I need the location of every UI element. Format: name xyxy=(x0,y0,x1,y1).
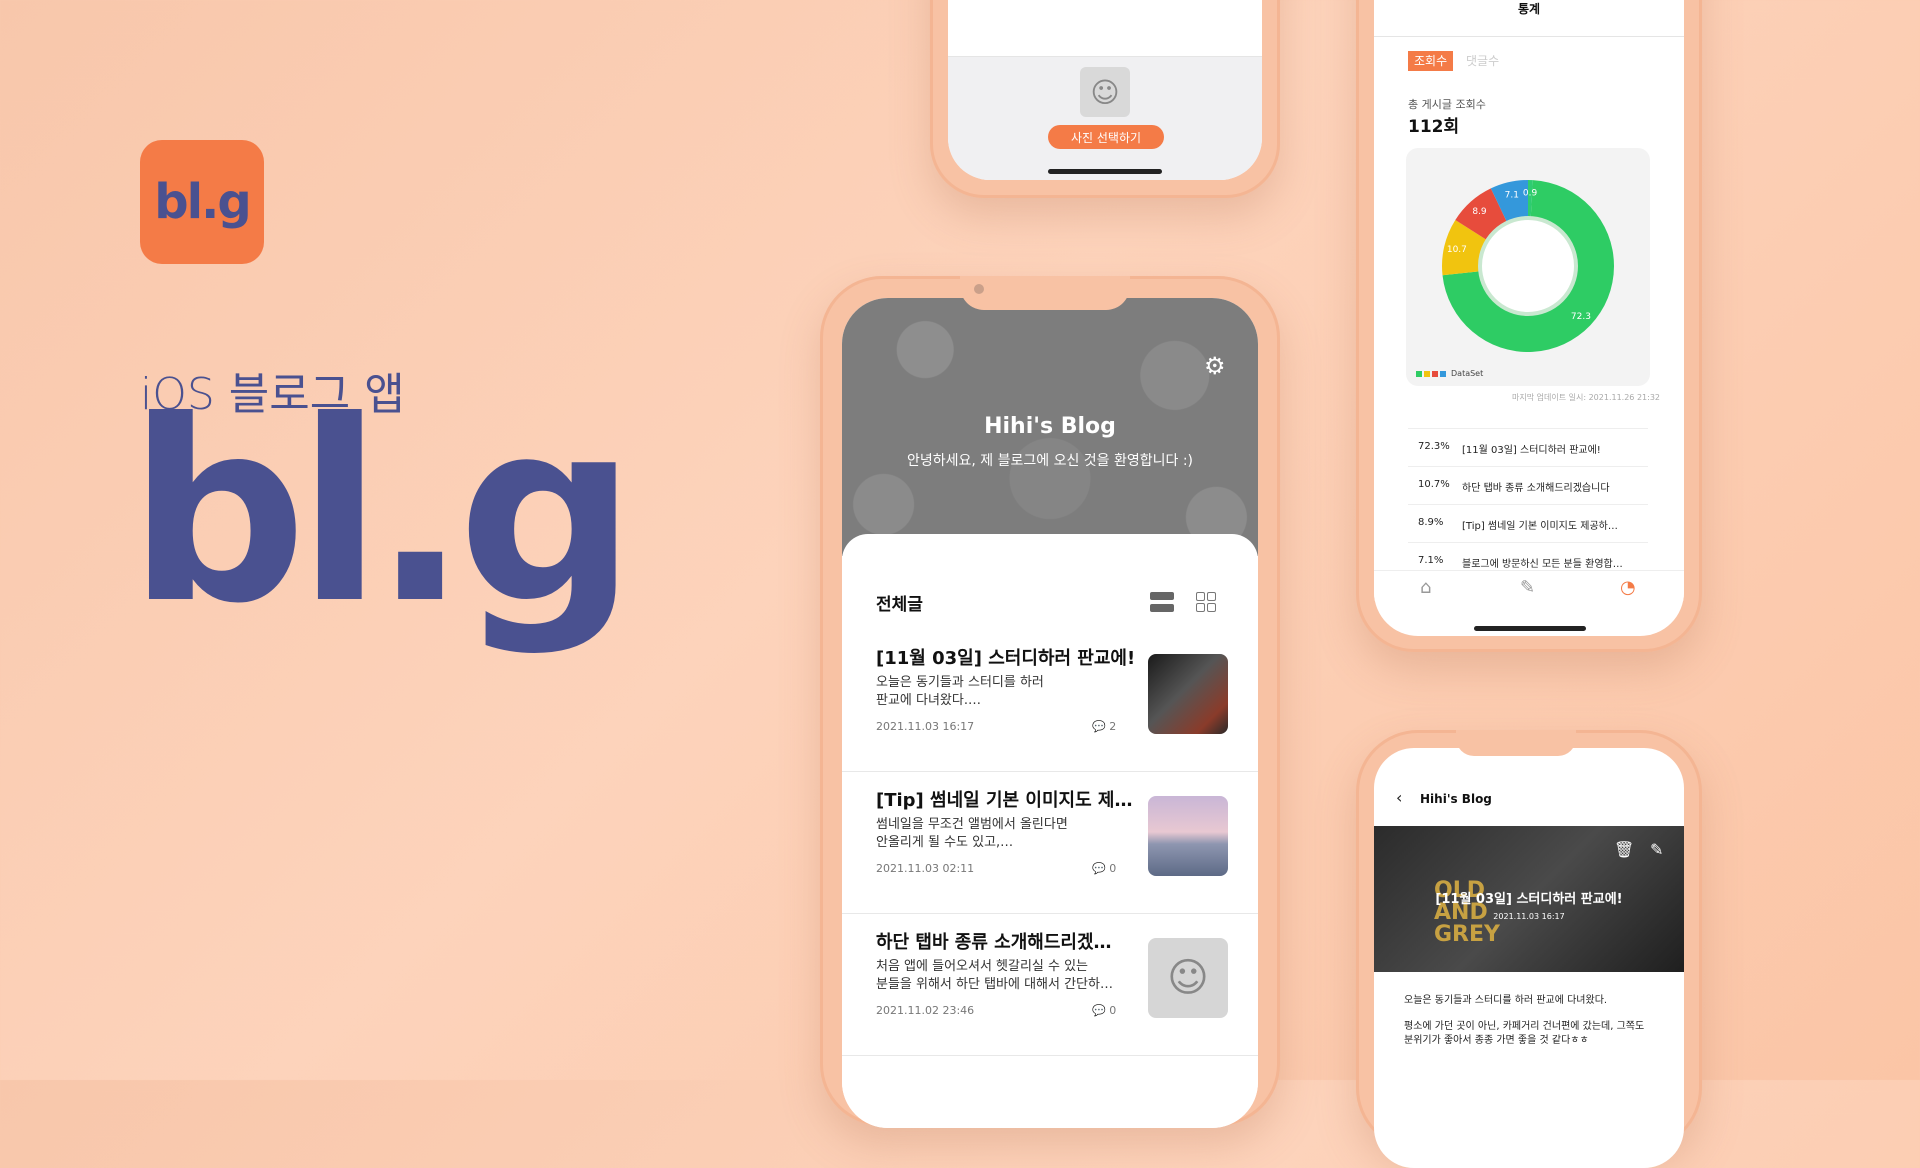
phone-main: ⚙ Hihi's Blog 안녕하세요, 제 블로그에 오신 것을 환영합니다 … xyxy=(820,276,1280,1128)
edit-icon[interactable]: ✎ xyxy=(1650,840,1663,859)
detail-paragraph: 평소에 가던 곳이 아닌, 카페거리 건너편에 갔는데, 그쪽도 분위기가 좋아… xyxy=(1404,1021,1645,1046)
post-title: 하단 탭바 종류 소개해드리겠… xyxy=(876,932,1112,953)
post-thumbnail xyxy=(1148,796,1228,876)
post-title: [Tip] 썸네일 기본 이미지도 제… xyxy=(876,790,1133,811)
tab-views[interactable]: 조회수 xyxy=(1408,51,1454,71)
rank-title: 블로그에 방문하신 모든 분들 환영합… xyxy=(1462,559,1623,570)
comment-count-value: 2 xyxy=(1109,720,1117,733)
app-icon: bl.g xyxy=(140,140,264,264)
home-indicator xyxy=(1048,169,1162,174)
rank-row[interactable]: 8.9% [Tip] 썸네일 기본 이미지도 제공하… xyxy=(1408,504,1648,541)
comment-count: 💬 2 xyxy=(1092,720,1116,733)
post-list-card: 전체글 [11월 03일] 스터디하러 판교에! 오늘은 동기들과 스터디를 하… xyxy=(842,534,1258,1128)
post-thumbnail xyxy=(1148,654,1228,734)
detail-paragraph: 오늘은 동기들과 스터디를 하러 판교에 다녀왔다. xyxy=(1404,995,1608,1006)
rank-row[interactable]: 10.7% 하단 탭바 종류 소개해드리겠습니다 xyxy=(1408,466,1648,503)
comment-count: 💬 0 xyxy=(1092,862,1116,875)
tab-bar: ⌂ ✎ ◔ xyxy=(1374,570,1684,601)
hero-post-date: 2021.11.03 16:17 xyxy=(1493,912,1565,921)
blog-greeting: 안녕하세요, 제 블로그에 오신 것을 환영합니다 :) xyxy=(906,453,1194,469)
rank-title: [11월 03일] 스터디하러 판교에! xyxy=(1462,445,1601,456)
comment-icon: 💬 xyxy=(1092,720,1106,733)
blog-title: Hihi's Blog xyxy=(984,414,1116,439)
donut-chart: 72.3 10.7 8.9 7.1 0.9 DataSet xyxy=(1406,148,1650,386)
photo-editor-area xyxy=(948,0,1262,57)
main-screen: ⚙ Hihi's Blog 안녕하세요, 제 블로그에 오신 것을 환영합니다 … xyxy=(842,298,1258,1128)
post-hero-image: OLD AND GREY [11월 03일] 스터디하러 판교에! 2021.1… xyxy=(1374,826,1684,972)
donut-slice-label: 7.1 xyxy=(1505,190,1519,200)
gear-icon[interactable]: ⚙ xyxy=(1204,354,1228,378)
phone-notch xyxy=(960,276,1130,310)
phone-detail: ‹ Hihi's Blog OLD AND GREY [11월 03일] 스터디… xyxy=(1356,730,1702,1168)
rank-percent: 8.9% xyxy=(1418,517,1444,528)
app-logo: bl.g xyxy=(128,367,637,658)
home-icon[interactable]: ⌂ xyxy=(1420,577,1431,598)
rank-percent: 10.7% xyxy=(1418,479,1450,490)
home-indicator xyxy=(1474,626,1586,631)
post-title: [11월 03일] 스터디하러 판교에! xyxy=(876,648,1136,669)
post-date: 2021.11.03 02:11 xyxy=(876,862,975,875)
tab-comments[interactable]: 댓글수 xyxy=(1466,51,1499,71)
chart-legend: DataSet xyxy=(1416,369,1483,378)
comment-icon: 💬 xyxy=(1092,862,1106,875)
detail-screen: ‹ Hihi's Blog OLD AND GREY [11월 03일] 스터디… xyxy=(1374,748,1684,1168)
back-arrow-icon[interactable]: ‹ xyxy=(1396,788,1402,807)
comment-count-value: 0 xyxy=(1109,862,1117,875)
pick-photo-button[interactable]: 사진 선택하기 xyxy=(1048,125,1164,149)
last-update: 마지막 업데이트 일시: 2021.11.26 21:32 xyxy=(1512,393,1660,402)
rank-percent: 72.3% xyxy=(1418,441,1450,452)
donut-slice-label: 72.3 xyxy=(1571,312,1591,322)
rank-title: 하단 탭바 종류 소개해드리겠습니다 xyxy=(1462,483,1610,494)
photo-picker-area: ☺ 사진 선택하기 xyxy=(948,57,1262,180)
donut-slice-label: 10.7 xyxy=(1447,245,1467,255)
stats-screen: 통계 조회수 댓글수 총 게시글 조회수 112회 72.3 10.7 8.9 7.1… xyxy=(1374,0,1684,636)
write-icon[interactable]: ✎ xyxy=(1520,577,1535,598)
comment-count: 💬 0 xyxy=(1092,1004,1116,1017)
post-item[interactable]: [Tip] 썸네일 기본 이미지도 제… 썸네일을 무조건 앨범에서 올린다면 … xyxy=(842,772,1258,914)
post-thumbnail-placeholder-icon: ☺ xyxy=(1148,938,1228,1018)
grid-view-icon[interactable] xyxy=(1196,592,1216,612)
comment-icon: 💬 xyxy=(1092,1004,1106,1017)
thumbnail-placeholder-icon: ☺ xyxy=(1080,67,1130,117)
donut-slice-label: 0.9 xyxy=(1523,189,1538,199)
post-excerpt: 오늘은 동기들과 스터디를 하러 판교에 다녀왔다.… xyxy=(876,675,1044,708)
trash-icon[interactable]: 🗑 xyxy=(1614,840,1634,859)
comment-count-value: 0 xyxy=(1109,1004,1117,1017)
post-date: 2021.11.03 16:17 xyxy=(876,720,975,733)
post-item[interactable]: [11월 03일] 스터디하러 판교에! 오늘은 동기들과 스터디를 하러 판교… xyxy=(842,630,1258,772)
post-excerpt: 처음 앱에 들어오셔서 헷갈리실 수 있는 분들을 위해서 하단 탭바에 대해서… xyxy=(876,959,1113,992)
donut-hole xyxy=(1478,216,1578,316)
hero-post-title: [11월 03일] 스터디하러 판교에! xyxy=(1435,892,1623,907)
donut-chart-svg: 72.3 10.7 8.9 7.1 0.9 xyxy=(1442,180,1614,352)
total-views-value: 112회 xyxy=(1408,117,1460,137)
legend-label: DataSet xyxy=(1451,369,1484,378)
post-excerpt: 썸네일을 무조건 앨범에서 올린다면 안올리게 될 수도 있고,… xyxy=(876,817,1068,850)
photo-picker-screen: ☺ 사진 선택하기 xyxy=(948,0,1262,180)
section-title: 전체글 xyxy=(876,595,923,615)
post-date: 2021.11.02 23:46 xyxy=(876,1004,975,1017)
donut-slice-label: 8.9 xyxy=(1472,207,1487,217)
detail-nav-title: Hihi's Blog xyxy=(1420,792,1492,806)
stats-icon[interactable]: ◔ xyxy=(1620,577,1636,598)
post-item[interactable]: 하단 탭바 종류 소개해드리겠… 처음 앱에 들어오셔서 헷갈리실 수 있는 분… xyxy=(842,914,1258,1056)
total-views-label: 총 게시글 조회수 xyxy=(1408,98,1486,111)
phone-notch xyxy=(1456,730,1576,756)
rank-row[interactable]: 72.3% [11월 03일] 스터디하러 판교에! xyxy=(1408,428,1648,465)
phone-photo-picker: ☺ 사진 선택하기 xyxy=(930,0,1280,198)
stats-title: 통계 xyxy=(1517,2,1541,16)
list-view-icon[interactable] xyxy=(1150,592,1174,612)
rank-percent: 7.1% xyxy=(1418,555,1444,566)
phone-stats: 통계 조회수 댓글수 총 게시글 조회수 112회 72.3 10.7 8.9 7.1… xyxy=(1356,0,1702,652)
rank-title: [Tip] 썸네일 기본 이미지도 제공하… xyxy=(1462,521,1618,532)
